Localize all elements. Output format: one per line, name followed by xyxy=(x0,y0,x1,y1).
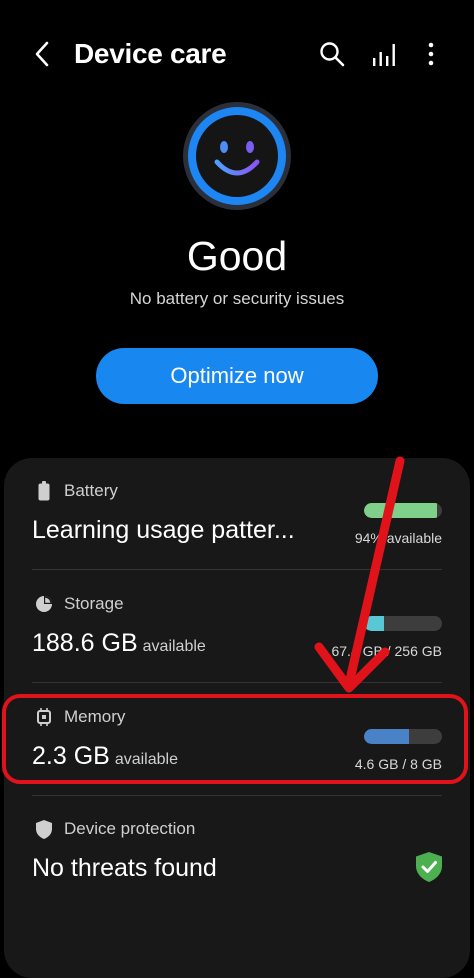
annotation-highlight-box xyxy=(2,694,468,784)
storage-caption: 67.4 GB / 256 GB xyxy=(331,643,442,659)
app-bar: Device care xyxy=(0,0,474,110)
device-protection-section[interactable]: Device protection No threats found xyxy=(4,816,470,906)
shield-icon xyxy=(34,819,54,839)
battery-section[interactable]: Battery Learning usage patter... 94% ava… xyxy=(4,478,470,570)
shield-check-icon xyxy=(416,852,442,882)
back-button[interactable] xyxy=(24,34,60,74)
battery-header: Battery xyxy=(34,478,118,504)
device-protection-header: Device protection xyxy=(34,816,195,842)
status-face-icon xyxy=(181,100,293,212)
protection-status-text: No threats found xyxy=(32,854,217,882)
storage-usage-fill xyxy=(364,616,385,631)
status-subtitle: No battery or security issues xyxy=(129,289,345,308)
device-protection-title: Device protection xyxy=(64,819,196,838)
optimize-now-button[interactable]: Optimize now xyxy=(96,348,378,404)
battery-level-fill xyxy=(364,503,438,518)
bar-chart-icon xyxy=(373,44,395,66)
more-options-button[interactable] xyxy=(413,34,449,74)
battery-level-bar xyxy=(364,503,442,518)
storage-title: Storage xyxy=(64,594,124,613)
more-vertical-icon xyxy=(428,42,434,66)
storage-header: Storage xyxy=(34,591,124,617)
storage-unit: available xyxy=(142,638,206,655)
battery-icon xyxy=(34,481,54,501)
status-label: Good xyxy=(186,233,288,279)
battery-status-text: Learning usage patter... xyxy=(32,516,295,544)
divider xyxy=(32,569,442,570)
storage-available: 188.6 GB available xyxy=(32,625,206,665)
battery-title: Battery xyxy=(64,481,118,500)
usage-stats-button[interactable] xyxy=(366,34,402,74)
divider xyxy=(32,682,442,683)
page-title: Device care xyxy=(74,38,227,69)
back-arrow-icon xyxy=(35,41,49,67)
storage-section[interactable]: Storage 188.6 GB available 67.4 GB / 256 … xyxy=(4,591,470,683)
divider xyxy=(32,795,442,796)
search-button[interactable] xyxy=(314,34,350,74)
storage-usage-bar xyxy=(364,616,442,631)
storage-value: 188.6 GB xyxy=(32,629,138,657)
storage-pie-icon xyxy=(34,594,54,614)
battery-caption: 94% available xyxy=(354,530,442,546)
search-icon xyxy=(320,42,345,67)
